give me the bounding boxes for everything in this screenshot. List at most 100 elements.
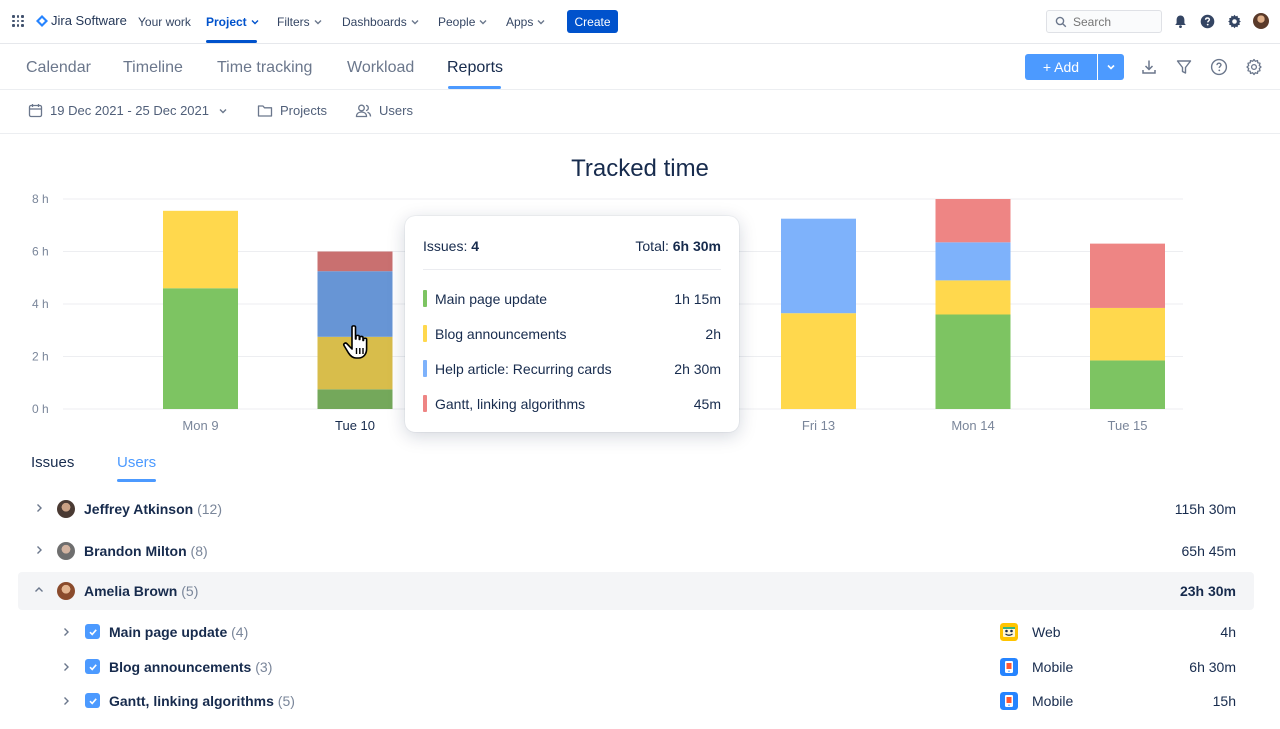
nav-filters[interactable]: Filters bbox=[277, 15, 322, 29]
chevron-right-icon[interactable] bbox=[61, 662, 71, 672]
chevron-right-icon[interactable] bbox=[61, 696, 71, 706]
series-swatch bbox=[423, 395, 427, 412]
download-icon[interactable] bbox=[1140, 58, 1158, 76]
chevron-down-icon bbox=[1107, 64, 1115, 70]
bar-segment-blue[interactable] bbox=[935, 242, 1011, 281]
user-row[interactable]: Jeffrey Atkinson (12) 115h 30m bbox=[18, 490, 1254, 528]
tooltip-header: Issues: 4 Total: 6h 30m bbox=[423, 238, 721, 270]
project-name: Mobile bbox=[1032, 659, 1074, 675]
bar-segment-yellow[interactable] bbox=[935, 280, 1011, 315]
add-button[interactable]: + Add bbox=[1025, 54, 1097, 80]
issue-count: (5) bbox=[277, 693, 295, 709]
tab-active-indicator bbox=[448, 86, 501, 89]
y-tick-label: 6 h bbox=[32, 245, 49, 259]
tab-timeline[interactable]: Timeline bbox=[123, 59, 183, 77]
issue-row[interactable]: Blog announcements (3) Mobile 6h 30m bbox=[18, 652, 1254, 684]
issue-type-checkbox-icon[interactable] bbox=[85, 624, 100, 639]
tooltip-row: Gantt, linking algorithms 45m bbox=[423, 395, 721, 413]
user-row-expanded[interactable]: Amelia Brown (5) 23h 30m bbox=[18, 572, 1254, 610]
tooltip-row: Help article: Recurring cards 2h 30m bbox=[423, 360, 721, 378]
search-field[interactable] bbox=[1046, 10, 1162, 33]
chevron-down-icon bbox=[479, 20, 487, 25]
create-button[interactable]: Create bbox=[567, 10, 618, 33]
bar-segment-yellow[interactable] bbox=[163, 210, 238, 289]
projects-filter[interactable]: Projects bbox=[257, 103, 327, 118]
hand-cursor-icon bbox=[342, 325, 368, 359]
issue-time: 15h bbox=[1212, 693, 1236, 709]
user-row[interactable]: Brandon Milton (8) 65h 45m bbox=[18, 532, 1254, 570]
chevron-up-icon[interactable] bbox=[34, 585, 44, 595]
bar-segment-red[interactable] bbox=[1090, 243, 1165, 308]
tooltip-row: Blog announcements 2h bbox=[423, 325, 721, 343]
checkmark-icon bbox=[88, 628, 97, 636]
chevron-right-icon[interactable] bbox=[61, 627, 71, 637]
chart-tooltip: Issues: 4 Total: 6h 30m Main page update… bbox=[405, 216, 739, 432]
chevron-right-icon[interactable] bbox=[34, 545, 44, 555]
settings-icon[interactable] bbox=[1245, 58, 1263, 76]
y-tick-label: 2 h bbox=[32, 350, 49, 364]
nav-project[interactable]: Project bbox=[206, 15, 259, 29]
date-range-picker[interactable]: 19 Dec 2021 - 25 Dec 2021 bbox=[28, 103, 235, 118]
y-tick-label: 4 h bbox=[32, 297, 49, 311]
jira-logo[interactable]: Jira Software bbox=[36, 13, 127, 28]
project-name: Mobile bbox=[1032, 693, 1074, 709]
avatar bbox=[57, 542, 75, 560]
nav-apps[interactable]: Apps bbox=[506, 15, 545, 29]
chevron-right-icon[interactable] bbox=[34, 503, 44, 513]
help-icon[interactable] bbox=[1210, 58, 1228, 76]
chart-title: Tracked time bbox=[571, 155, 709, 182]
tab-users[interactable]: Users bbox=[117, 454, 156, 471]
tab-issues[interactable]: Issues bbox=[31, 454, 74, 471]
bar-segment-green[interactable] bbox=[163, 288, 238, 409]
user-total-time: 115h 30m bbox=[1174, 501, 1236, 517]
tab-time-tracking[interactable]: Time tracking bbox=[217, 59, 312, 77]
x-category-label: Mon 9 bbox=[182, 418, 218, 433]
bar-segment-blue[interactable] bbox=[781, 218, 856, 314]
report-filters-bar: 19 Dec 2021 - 25 Dec 2021 Projects Users bbox=[0, 90, 1280, 134]
issue-name: Main page update bbox=[109, 624, 228, 640]
bar-segment-green[interactable] bbox=[1090, 360, 1165, 409]
tooltip-issues-count: 4 bbox=[471, 238, 480, 254]
bar-segment-green[interactable] bbox=[935, 314, 1011, 410]
bar-segment-red[interactable] bbox=[317, 251, 393, 272]
user-issue-count: (12) bbox=[197, 501, 222, 517]
add-dropdown-button[interactable] bbox=[1098, 54, 1124, 80]
logo-text: Jira Software bbox=[51, 13, 127, 28]
notification-bell-icon[interactable] bbox=[1173, 14, 1188, 29]
tab-reports[interactable]: Reports bbox=[447, 59, 503, 77]
chevron-down-icon bbox=[314, 20, 322, 25]
nav-dashboards[interactable]: Dashboards bbox=[342, 15, 419, 29]
issue-time: 6h 30m bbox=[1189, 659, 1236, 675]
chevron-down-icon bbox=[219, 108, 227, 113]
bar-segment-yellow[interactable] bbox=[781, 313, 856, 409]
issue-type-checkbox-icon[interactable] bbox=[85, 659, 100, 674]
issue-row[interactable]: Main page update (4) Web 4h bbox=[18, 617, 1254, 649]
nav-your-work[interactable]: Your work bbox=[138, 15, 191, 29]
nav-active-indicator bbox=[206, 40, 257, 43]
user-avatar[interactable] bbox=[1253, 13, 1269, 29]
issue-name: Gantt, linking algorithms bbox=[109, 693, 274, 709]
x-category-label: Mon 14 bbox=[951, 418, 994, 433]
bar-segment-red[interactable] bbox=[935, 199, 1011, 243]
user-issue-count: (8) bbox=[190, 543, 208, 559]
chevron-down-icon bbox=[537, 20, 545, 25]
nav-people[interactable]: People bbox=[438, 15, 487, 29]
tab-workload[interactable]: Workload bbox=[347, 59, 414, 77]
search-input[interactable] bbox=[1073, 14, 1153, 29]
settings-gear-icon[interactable] bbox=[1227, 14, 1242, 29]
bar-segment-green[interactable] bbox=[317, 389, 393, 409]
user-total-time: 23h 30m bbox=[1179, 583, 1236, 599]
view-tabs-bar: Calendar Timeline Time tracking Workload… bbox=[0, 44, 1280, 90]
issue-row[interactable]: Gantt, linking algorithms (5) Mobile 15h bbox=[18, 686, 1254, 718]
bar-segment-yellow[interactable] bbox=[1090, 307, 1165, 361]
issue-type-checkbox-icon[interactable] bbox=[85, 693, 100, 708]
users-filter[interactable]: Users bbox=[355, 103, 413, 118]
help-icon[interactable] bbox=[1200, 14, 1215, 29]
issue-time: 4h bbox=[1220, 624, 1236, 640]
tooltip-total-value: 6h 30m bbox=[672, 238, 721, 254]
lower-tab-active-indicator bbox=[117, 479, 156, 482]
tab-calendar[interactable]: Calendar bbox=[26, 59, 91, 77]
calendar-icon bbox=[28, 104, 43, 118]
filter-icon[interactable] bbox=[1175, 58, 1193, 76]
app-switcher-icon[interactable] bbox=[12, 15, 24, 27]
